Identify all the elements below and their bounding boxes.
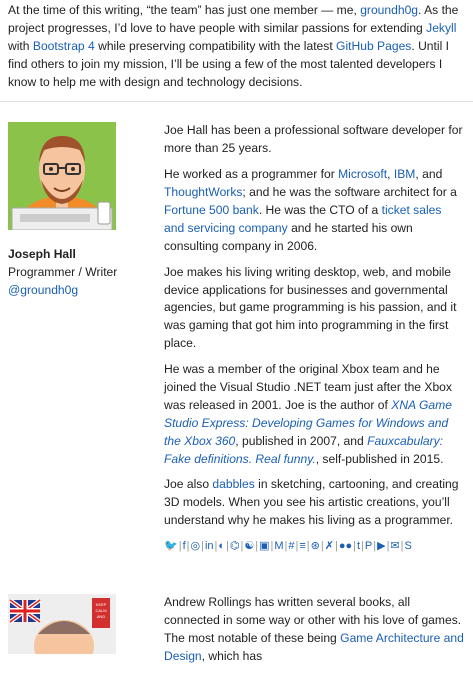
codepen-icon[interactable]: ⌬ — [230, 540, 240, 552]
member-name: Joseph Hall — [8, 247, 76, 262]
deviantart-icon[interactable]: ✗ — [325, 540, 334, 552]
bio-paragraph-3: Joe makes his living writing desktop, we… — [164, 264, 457, 351]
linkedin-icon[interactable]: in — [205, 540, 214, 552]
bio-paragraph-2: He worked as a programmer for Microsoft,… — [164, 167, 457, 253]
twitter-icon[interactable]: 🐦 — [164, 540, 178, 552]
member-profile: Joseph Hall Programmer / Writer @groundh… — [0, 122, 164, 554]
dabbles-link[interactable]: dabbles — [212, 477, 254, 491]
slack-icon[interactable]: # — [288, 540, 294, 552]
ibm-link[interactable]: IBM — [394, 167, 416, 181]
bio-paragraph-4: He was a member of the original Xbox tea… — [164, 362, 452, 466]
microsoft-link[interactable]: Microsoft — [338, 167, 387, 181]
avatar: KEEP CALM AND — [8, 594, 116, 655]
member-role: Programmer / Writer — [8, 265, 118, 280]
member-handle-link[interactable]: @groundh0g — [8, 283, 78, 297]
social-links: 🐦|f|◎|in|◐|⌬|☯|▣|M|#|≡|⊛|✗|●●|t|P|▶|✉|S — [164, 538, 464, 554]
team-member-joseph-hall: Joseph Hall Programmer / Writer @groundh… — [0, 102, 473, 554]
stack-overflow-icon[interactable]: ≡ — [299, 540, 305, 552]
union-jack-flag — [8, 598, 42, 625]
fortune-500-bank-link[interactable]: Fortune 500 bank — [164, 203, 259, 217]
flickr-icon[interactable]: ●● — [339, 540, 352, 552]
github-alt-icon[interactable]: ☯ — [244, 540, 254, 552]
svg-text:AND: AND — [97, 614, 106, 619]
skype-icon[interactable]: S — [405, 540, 412, 552]
thoughtworks-link[interactable]: ThoughtWorks — [164, 185, 242, 199]
bio-paragraph-1: Joe Hall has been a professional softwar… — [164, 123, 463, 156]
bootstrap-link[interactable]: Bootstrap 4 — [33, 39, 95, 53]
author-handle-link[interactable]: groundh0g — [360, 3, 418, 17]
dribbble-icon[interactable]: ⊛ — [311, 540, 320, 552]
jekyll-link[interactable]: Jekyll — [426, 21, 456, 35]
bio-paragraph-1: Andrew Rollings has written several book… — [164, 595, 464, 664]
instagram-icon[interactable]: ◎ — [190, 540, 200, 552]
twitch-icon[interactable]: ✉ — [390, 540, 399, 552]
cartoon-portrait-image — [8, 122, 116, 231]
svg-text:CALM: CALM — [95, 608, 106, 613]
mug-label: KEEP — [96, 602, 107, 607]
avatar — [8, 122, 116, 231]
pocket-icon[interactable]: ▣ — [259, 540, 269, 552]
medium-icon[interactable]: M — [274, 540, 283, 552]
team-member-andrew-rollings: KEEP CALM AND Andrew Rollings has writte… — [0, 554, 473, 674]
member-bio: Andrew Rollings has written several book… — [164, 594, 464, 674]
bio-paragraph-5: Joe also dabbles in sketching, cartoonin… — [164, 477, 459, 528]
member-bio: Joe Hall has been a professional softwar… — [164, 122, 464, 554]
cartoon-portrait-image: KEEP CALM AND — [8, 594, 116, 655]
youtube-icon[interactable]: ▶ — [377, 540, 385, 552]
intro-paragraph: At the time of this writing, “the team” … — [8, 3, 459, 89]
member-profile: KEEP CALM AND — [0, 594, 164, 674]
github-pages-link[interactable]: GitHub Pages — [336, 39, 411, 53]
